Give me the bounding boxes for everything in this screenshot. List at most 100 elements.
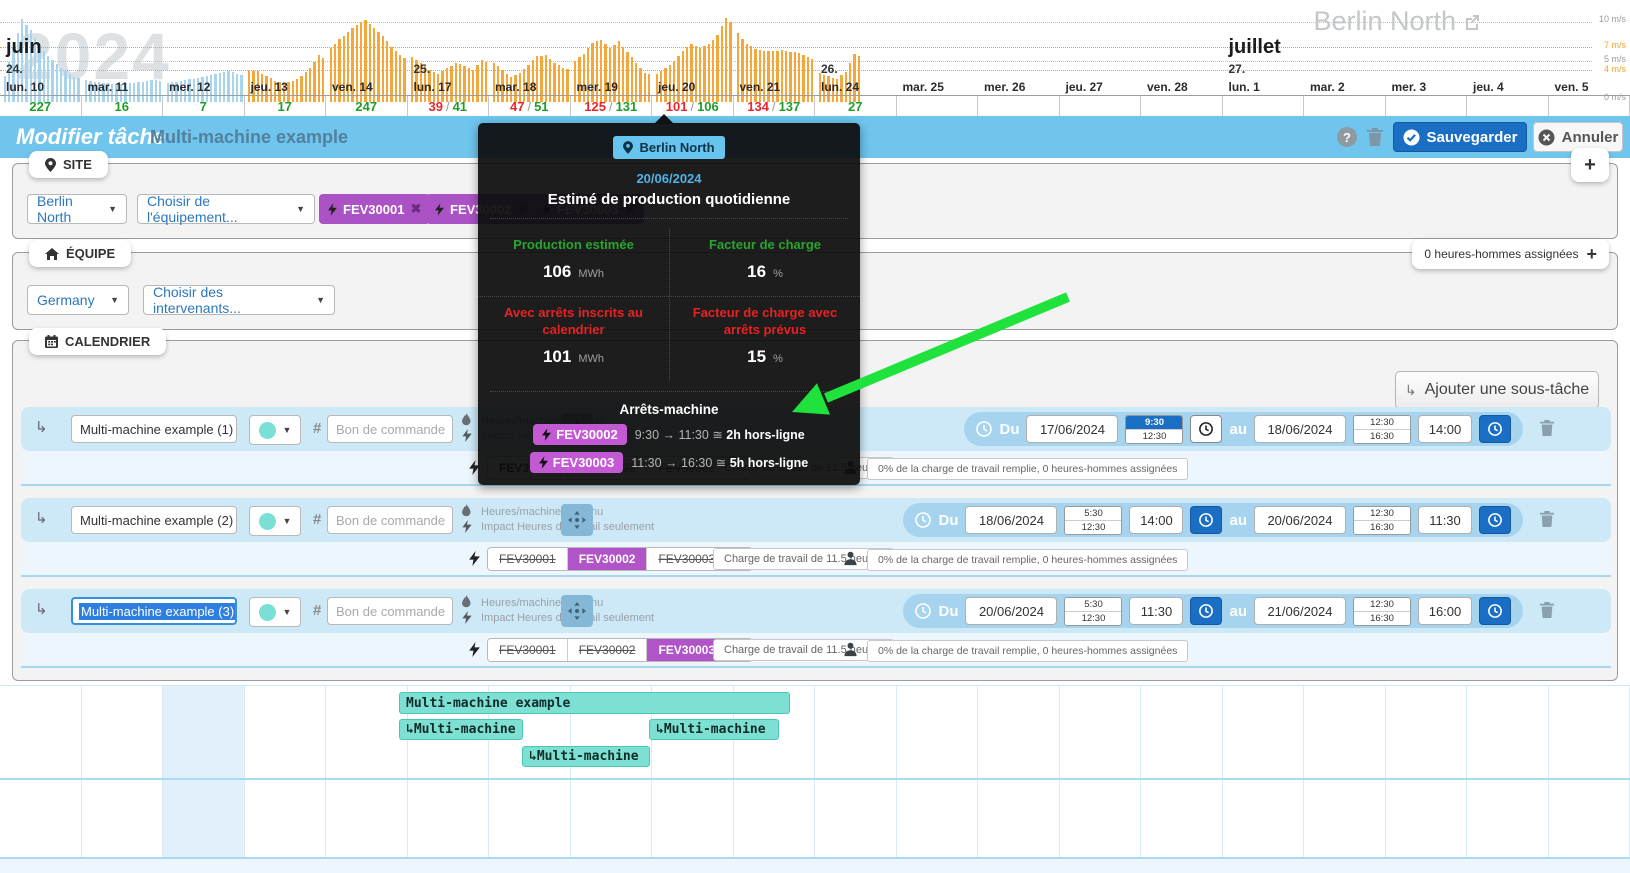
suggested-times[interactable]: 9:30 12:30 <box>1125 414 1184 444</box>
suggested-times[interactable]: 12:30 16:30 <box>1353 505 1411 535</box>
time-option[interactable]: 12:30 <box>1065 519 1122 534</box>
time-picker-button[interactable] <box>1190 597 1223 625</box>
team-select[interactable]: Germany ▼ <box>27 285 129 315</box>
time-option[interactable]: 16:30 <box>1354 519 1410 534</box>
wind-forecast-chart: 2024 juin juillet 24. 25. 26. 27. lun. 10 mar. … <box>0 0 1630 116</box>
time-option[interactable]: 16:30 <box>1354 610 1410 625</box>
gantt-row-divider <box>0 778 1630 780</box>
tooltip-arrow <box>654 114 674 124</box>
time-option[interactable]: 12:30 <box>1065 610 1122 625</box>
tooltip-metric-label: Facteur de charge avec arrêts prévus <box>692 305 838 337</box>
person-icon <box>843 642 858 657</box>
purchase-order-input[interactable]: Bon de commande <box>327 415 453 443</box>
date-input[interactable]: 21/06/2024 <box>1254 597 1346 625</box>
gantt-subtask-bar[interactable]: ↳Multi-machine <box>399 719 523 740</box>
external-link-icon[interactable] <box>1464 14 1480 30</box>
bolt-icon <box>435 202 444 216</box>
machine-option[interactable]: FEV30002 <box>567 639 648 661</box>
suggested-times[interactable]: 12:30 16:30 <box>1353 414 1411 444</box>
time-option[interactable]: 12:30 <box>1126 428 1183 443</box>
daily-production-value <box>897 96 978 116</box>
time-option[interactable]: 5:30 <box>1065 597 1122 611</box>
time-option[interactable]: 12:30 <box>1354 506 1410 520</box>
week-number: 24. <box>6 62 23 76</box>
time-picker-button[interactable] <box>1479 415 1511 443</box>
time-picker-button[interactable] <box>1190 415 1223 443</box>
suggested-times[interactable]: 12:30 16:30 <box>1353 596 1411 626</box>
date-input[interactable]: 18/06/2024 <box>965 506 1058 534</box>
suggested-times[interactable]: 5:30 12:30 <box>1064 505 1123 535</box>
chevron-down-icon: ▼ <box>282 607 292 617</box>
bolt-icon <box>328 202 337 216</box>
remove-tag-icon[interactable]: ✖ <box>410 201 421 217</box>
impact-bolt-icon <box>462 520 472 533</box>
color-select[interactable]: ▼ <box>249 506 301 536</box>
purchase-order-input[interactable]: Bon de commande <box>327 597 453 625</box>
po-placeholder: Bon de commande <box>336 603 446 619</box>
purchase-order-input[interactable]: Bon de commande <box>327 506 453 534</box>
outage-schedule-text: 11:30 → 16:30 ≅ 5h hors-ligne <box>631 455 809 470</box>
machine-option[interactable]: FEV30001 <box>488 548 568 570</box>
equipment-select[interactable]: Choisir de l'équipement... ▼ <box>137 193 315 225</box>
subtask-name-input[interactable]: Multi-machine example (2) <box>71 506 237 534</box>
date-input[interactable]: 20/06/2024 <box>965 597 1058 625</box>
wind-bar <box>703 46 706 102</box>
save-button[interactable]: Sauvegarder <box>1393 122 1527 152</box>
subtask-name-input[interactable]: Multi-machine example (3) <box>71 597 237 625</box>
tooltip-site-badge: Berlin North <box>613 136 725 159</box>
daily-production-value: 17 <box>245 96 326 116</box>
bolt-icon <box>469 642 480 657</box>
add-equipment-button[interactable]: + <box>1571 148 1609 182</box>
delete-task-icon[interactable] <box>1366 127 1384 147</box>
gantt-subtask-bar[interactable]: ↳Multi-machine <box>522 746 650 767</box>
color-select[interactable]: ▼ <box>249 415 301 445</box>
time-input[interactable]: 16:00 <box>1418 597 1472 625</box>
machine-option[interactable]: FEV30002 <box>567 548 648 570</box>
time-picker-button[interactable] <box>1479 597 1511 625</box>
help-icon[interactable]: ? <box>1337 127 1357 147</box>
daily-production-value: 101/106 <box>652 96 734 116</box>
gantt-task-bar[interactable]: Multi-machine example <box>399 692 790 714</box>
time-input[interactable]: 11:30 <box>1418 506 1472 534</box>
date-input[interactable]: 18/06/2024 <box>1254 415 1346 443</box>
time-option[interactable]: 5:30 <box>1065 506 1122 520</box>
date-input[interactable]: 17/06/2024 <box>1026 415 1119 443</box>
reschedule-button[interactable] <box>561 504 593 536</box>
time-option[interactable]: 12:30 <box>1354 597 1410 611</box>
wind-axis-label: 7 m/s <box>1603 40 1626 50</box>
time-input[interactable]: 14:00 <box>1129 506 1184 534</box>
time-input[interactable]: 11:30 <box>1129 597 1184 625</box>
delete-subtask-icon[interactable] <box>1539 601 1555 619</box>
day-label: jeu. 4 <box>1473 80 1504 94</box>
site-select-value: Berlin North <box>37 193 73 225</box>
time-picker-button[interactable] <box>1479 506 1511 534</box>
suggested-times[interactable]: 5:30 12:30 <box>1064 596 1123 626</box>
subtask-name-input[interactable]: Multi-machine example (1) <box>71 415 237 443</box>
day-label: lun. 10 <box>6 80 45 94</box>
date-input[interactable]: 20/06/2024 <box>1254 506 1346 534</box>
add-subtask-button[interactable]: ↳ Ajouter une sous-tâche <box>1395 371 1599 409</box>
equipment-tag[interactable]: FEV30001 ✖ <box>319 194 431 224</box>
machine-option[interactable]: FEV30001 <box>488 639 568 661</box>
wind-bar <box>377 31 380 102</box>
workers-select[interactable]: Choisir des intervenants... ▼ <box>143 284 335 316</box>
time-option[interactable]: 16:30 <box>1354 428 1410 443</box>
time-picker-button[interactable] <box>1190 506 1223 534</box>
assigned-manhours-badge[interactable]: 0 heures-hommes assignées + <box>1412 239 1609 269</box>
day-label: jeu. 13 <box>250 80 288 94</box>
gantt-subtask-bar[interactable]: ↳Multi-machine <box>649 719 779 740</box>
day-label: lun. 1 <box>1228 80 1260 94</box>
reschedule-button[interactable] <box>561 595 593 627</box>
chevron-down-icon: ▼ <box>282 516 292 526</box>
day-label: mer. 12 <box>169 80 211 94</box>
delete-subtask-icon[interactable] <box>1539 510 1555 528</box>
day-label: lun. 24 <box>821 80 860 94</box>
machine-outage-row: FEV30003 11:30 → 16:30 ≅ 5h hors-ligne <box>478 451 860 473</box>
delete-subtask-icon[interactable] <box>1539 419 1555 437</box>
color-select[interactable]: ▼ <box>249 597 301 627</box>
time-option[interactable]: 12:30 <box>1354 415 1410 429</box>
site-select[interactable]: Berlin North ▼ <box>27 193 127 225</box>
wind-bar <box>381 36 385 102</box>
time-input[interactable]: 14:00 <box>1418 415 1472 443</box>
time-option[interactable]: 9:30 <box>1126 415 1183 429</box>
